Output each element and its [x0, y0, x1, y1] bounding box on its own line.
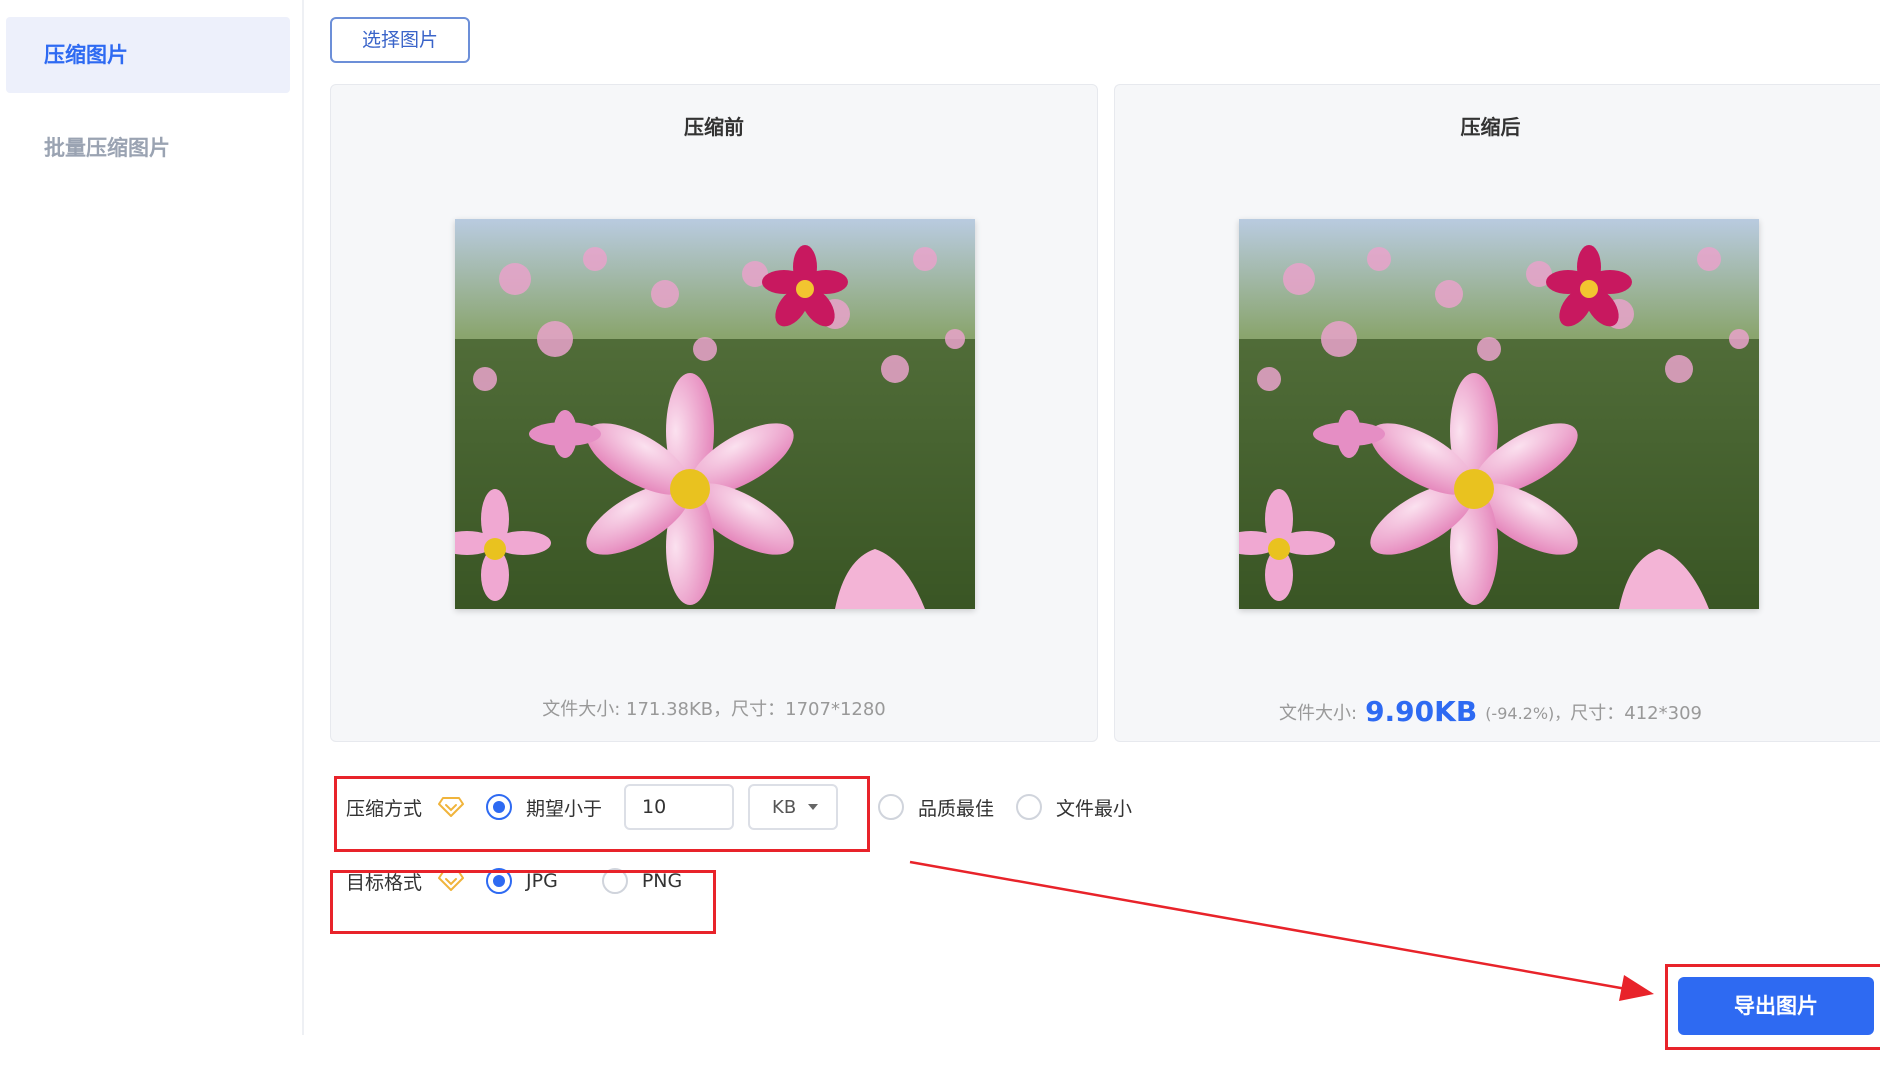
after-title: 压缩后 — [1460, 115, 1521, 139]
original-image — [455, 219, 975, 609]
annotation-box-compress-mode — [334, 776, 870, 852]
after-size-value: 9.90KB — [1365, 695, 1478, 728]
after-dimensions: 尺寸：412*309 — [1570, 703, 1702, 724]
before-file-info: 文件大小: 171.38KB，尺寸：1707*1280 — [542, 699, 886, 720]
after-panel: 压缩后 文件大小: 9.90KB (-94.2%)，尺寸：412*309 — [1114, 84, 1880, 742]
after-size-prefix: 文件大小: — [1278, 703, 1358, 724]
radio-smallest-file[interactable] — [1016, 794, 1043, 820]
select-image-button[interactable]: 选择图片 — [330, 17, 470, 63]
after-size-percent: (-94.2%)， — [1485, 704, 1571, 723]
flower-photo-after — [1239, 219, 1759, 609]
radio-best-quality[interactable] — [878, 794, 905, 820]
after-file-info: 文件大小: 9.90KB (-94.2%)，尺寸：412*309 — [1115, 695, 1866, 728]
flower-photo-before — [455, 219, 975, 609]
sidebar: 压缩图片 批量压缩图片 — [0, 0, 304, 1035]
before-panel: 压缩前 文件大小: 171.38KB，尺寸：1707*1280 — [330, 84, 1098, 742]
compressed-image — [1239, 219, 1759, 609]
annotation-box-target-format — [330, 870, 716, 934]
option-best-quality-label: 品质最佳 — [918, 797, 995, 820]
sidebar-item-compress-image[interactable]: 压缩图片 — [6, 17, 290, 93]
option-smallest-file-label: 文件最小 — [1056, 797, 1133, 820]
sidebar-item-batch-compress[interactable]: 批量压缩图片 — [6, 110, 290, 186]
export-image-button[interactable]: 导出图片 — [1678, 977, 1874, 1035]
before-title: 压缩前 — [684, 115, 744, 139]
